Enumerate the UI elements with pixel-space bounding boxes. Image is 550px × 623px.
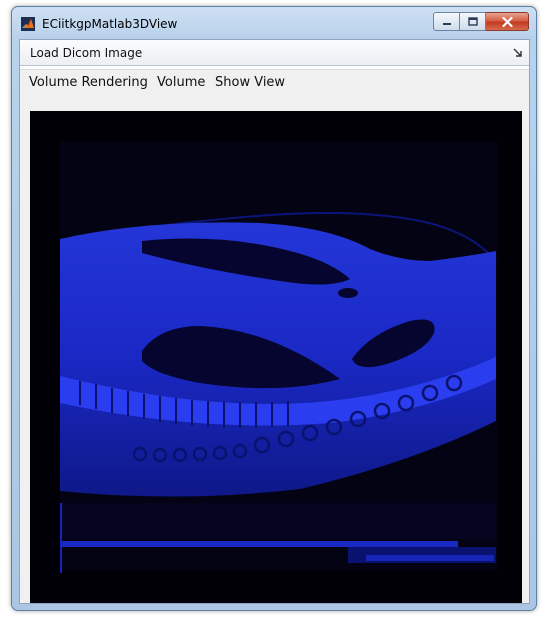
menu-show-view[interactable]: Show View [215, 75, 285, 90]
minimize-icon [442, 22, 451, 25]
menu-bar: Volume Rendering Volume Show View [20, 69, 529, 95]
figure-panel [20, 95, 529, 603]
close-button[interactable] [486, 12, 529, 31]
maximize-button[interactable] [460, 12, 486, 31]
title-bar[interactable]: ECiitkgpMatlab3DView [12, 7, 536, 37]
close-icon [501, 16, 513, 27]
matlab-logo-icon [21, 17, 35, 31]
load-dicom-image-label[interactable]: Load Dicom Image [30, 46, 142, 60]
toolbar-collapse-icon[interactable] [513, 48, 523, 58]
app-window: ECiitkgpMatlab3DView Load Dicom Image Vo… [11, 6, 537, 611]
toolbar: Load Dicom Image [20, 40, 529, 66]
maximize-icon [467, 17, 478, 26]
client-area: Load Dicom Image Volume Rendering Volume… [19, 39, 530, 604]
ct-volume-render-image [30, 111, 522, 603]
window-controls [433, 12, 529, 31]
menu-volume[interactable]: Volume [157, 75, 205, 90]
menu-volume-rendering[interactable]: Volume Rendering [29, 75, 148, 90]
window-title: ECiitkgpMatlab3DView [42, 17, 178, 31]
minimize-button[interactable] [433, 12, 460, 31]
volume-render-view[interactable] [30, 111, 522, 603]
